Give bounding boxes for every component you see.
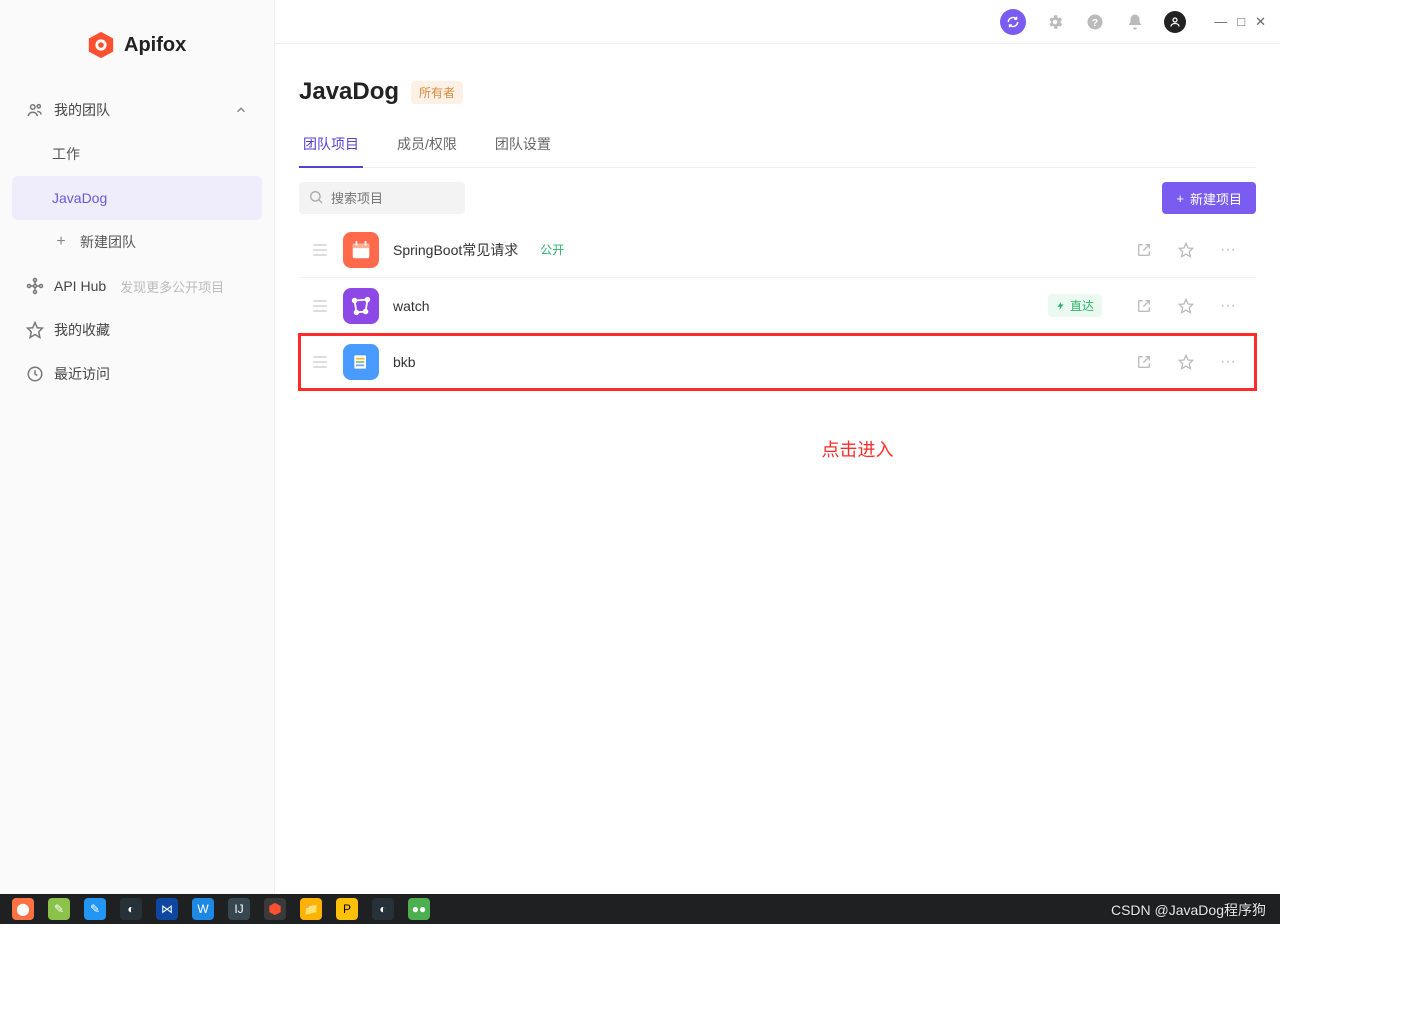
open-external-icon[interactable] bbox=[1136, 298, 1152, 314]
project-row[interactable]: watch 直达 ··· bbox=[299, 278, 1256, 334]
search-icon bbox=[308, 189, 324, 205]
tab-settings[interactable]: 团队设置 bbox=[491, 124, 555, 168]
open-external-icon[interactable] bbox=[1136, 354, 1152, 370]
taskbar-icon[interactable]: ◐ bbox=[120, 898, 142, 920]
taskbar-icon[interactable]: ◐ bbox=[372, 898, 394, 920]
settings-button[interactable] bbox=[1044, 11, 1066, 33]
maximize-button[interactable]: □ bbox=[1237, 14, 1245, 30]
sidebar-label: 我的团队 bbox=[54, 100, 110, 120]
sidebar-new-team[interactable]: + 新建团队 bbox=[12, 220, 262, 264]
sync-button[interactable] bbox=[1000, 9, 1026, 35]
notifications-button[interactable] bbox=[1124, 11, 1146, 33]
chevron-up-icon bbox=[234, 103, 248, 117]
svg-text:?: ? bbox=[1092, 16, 1098, 28]
owner-badge: 所有者 bbox=[411, 81, 463, 104]
star-icon[interactable] bbox=[1178, 354, 1194, 370]
more-icon[interactable]: ··· bbox=[1220, 297, 1236, 315]
taskbar-icon[interactable]: W bbox=[192, 898, 214, 920]
taskbar-icon[interactable]: ✎ bbox=[84, 898, 106, 920]
hub-icon bbox=[26, 277, 44, 295]
star-icon[interactable] bbox=[1178, 298, 1194, 314]
window-controls: — □ ✕ bbox=[1214, 14, 1266, 30]
tabs: 团队项目 成员/权限 团队设置 bbox=[299, 124, 1256, 168]
taskbar-icon[interactable]: 📁 bbox=[300, 898, 322, 920]
taskbar-icon[interactable]: ✎ bbox=[48, 898, 70, 920]
team-icon bbox=[26, 101, 44, 119]
annotation-text: 点击进入 bbox=[459, 436, 1256, 462]
minimize-button[interactable]: — bbox=[1214, 14, 1227, 30]
project-icon bbox=[343, 232, 379, 268]
sidebar: Apifox 我的团队 工作 JavaDog + bbox=[0, 0, 275, 894]
logo-text: Apifox bbox=[124, 34, 186, 57]
new-project-button[interactable]: + 新建项目 bbox=[1162, 182, 1256, 214]
taskbar-icon[interactable]: P bbox=[336, 898, 358, 920]
tab-projects[interactable]: 团队项目 bbox=[299, 124, 363, 168]
drag-handle[interactable] bbox=[303, 300, 329, 312]
more-icon[interactable]: ··· bbox=[1220, 241, 1236, 259]
logo-icon bbox=[86, 30, 116, 60]
app-logo[interactable]: Apifox bbox=[0, 12, 274, 88]
project-icon bbox=[343, 288, 379, 324]
project-row[interactable]: SpringBoot常见请求 公开 ··· bbox=[299, 222, 1256, 278]
more-icon[interactable]: ··· bbox=[1220, 353, 1236, 371]
taskbar-icon[interactable]: ●● bbox=[408, 898, 430, 920]
taskbar-icon[interactable]: ⬤ bbox=[12, 898, 34, 920]
project-name: watch bbox=[393, 298, 430, 314]
public-badge: 公开 bbox=[540, 241, 564, 258]
toolbar: ? — □ ✕ bbox=[275, 0, 1280, 44]
project-icon bbox=[343, 344, 379, 380]
main-content: ? — □ ✕ JavaDog 所有者 团队项目 成员/权限 团队设置 bbox=[275, 0, 1280, 894]
open-external-icon[interactable] bbox=[1136, 242, 1152, 258]
taskbar-icon[interactable] bbox=[264, 898, 286, 920]
team-title: JavaDog bbox=[299, 78, 399, 106]
sidebar-recent[interactable]: 最近访问 bbox=[12, 352, 262, 396]
close-button[interactable]: ✕ bbox=[1255, 14, 1266, 30]
taskbar-icon[interactable]: IJ bbox=[228, 898, 250, 920]
quick-access-badge[interactable]: 直达 bbox=[1048, 294, 1102, 317]
help-button[interactable]: ? bbox=[1084, 11, 1106, 33]
search-wrap bbox=[299, 182, 465, 214]
project-list: SpringBoot常见请求 公开 ··· watch bbox=[299, 222, 1256, 390]
star-icon bbox=[26, 321, 44, 339]
taskbar-icon[interactable]: ⋈ bbox=[156, 898, 178, 920]
team-header: JavaDog 所有者 bbox=[299, 78, 1256, 106]
clock-icon bbox=[26, 365, 44, 383]
sidebar-api-hub[interactable]: API Hub 发现更多公开项目 bbox=[12, 264, 262, 308]
plus-icon: + bbox=[52, 234, 70, 250]
drag-handle[interactable] bbox=[303, 356, 329, 368]
plus-icon: + bbox=[1176, 191, 1184, 206]
project-name: SpringBoot常见请求 bbox=[393, 240, 518, 260]
user-avatar[interactable] bbox=[1164, 11, 1186, 33]
watermark: CSDN @JavaDog程序狗 bbox=[1111, 900, 1266, 920]
sidebar-item-work[interactable]: 工作 bbox=[12, 132, 262, 176]
sidebar-my-team[interactable]: 我的团队 bbox=[12, 88, 262, 132]
sidebar-favorites[interactable]: 我的收藏 bbox=[12, 308, 262, 352]
star-icon[interactable] bbox=[1178, 242, 1194, 258]
sidebar-item-javadog[interactable]: JavaDog bbox=[12, 176, 262, 220]
tab-members[interactable]: 成员/权限 bbox=[393, 124, 461, 168]
drag-handle[interactable] bbox=[303, 244, 329, 256]
project-name: bkb bbox=[393, 354, 416, 370]
project-row-highlighted[interactable]: bkb ··· bbox=[299, 334, 1256, 390]
taskbar: ⬤ ✎ ✎ ◐ ⋈ W IJ 📁 P ◐ ●● bbox=[0, 894, 1280, 924]
